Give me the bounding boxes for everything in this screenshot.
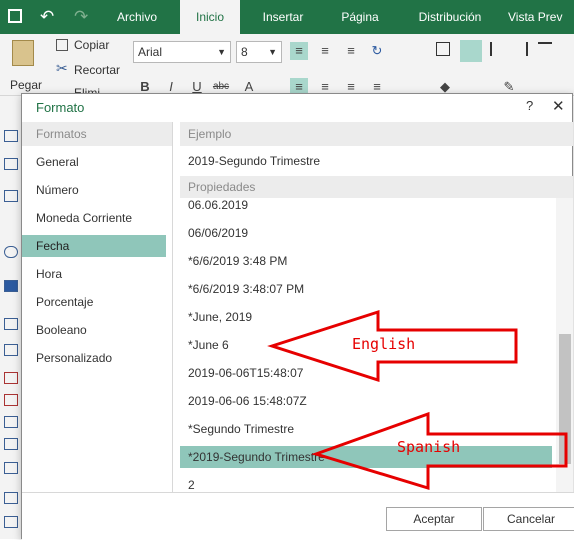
annotation-layer [267,309,568,491]
english-annotation: English [352,335,416,353]
spanish-annotation: Spanish [397,438,461,456]
